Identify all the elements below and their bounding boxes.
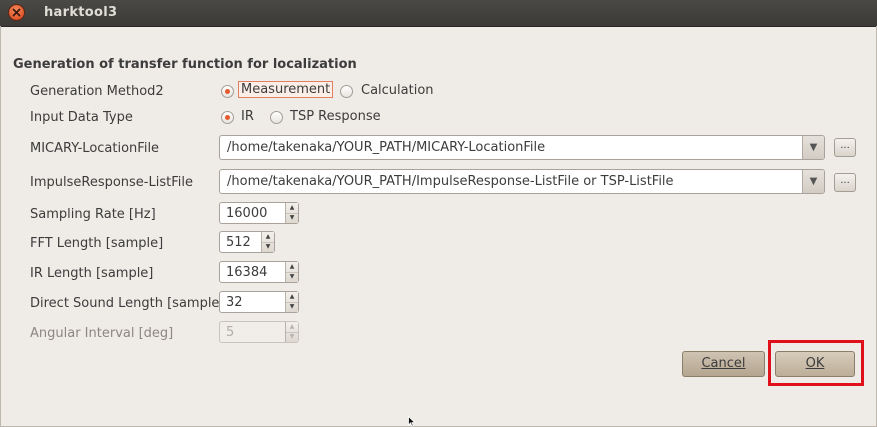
fft-length-spinbox[interactable]: 512 ▲ ▼	[219, 231, 275, 253]
close-icon[interactable]	[8, 4, 25, 21]
micary-location-file-value: /home/takenaka/YOUR_PATH/MICARY-Location…	[227, 140, 546, 155]
ok-button-highlight	[768, 340, 864, 386]
ir-length-spinbox[interactable]: 16384 ▲ ▼	[219, 261, 299, 283]
generation-method-label: Generation Method2	[30, 84, 164, 99]
sampling-rate-value: 16000	[226, 206, 268, 221]
impulse-response-list-file-combo[interactable]: /home/takenaka/YOUR_PATH/ImpulseResponse…	[219, 169, 825, 194]
impulse-response-list-file-value: /home/takenaka/YOUR_PATH/ImpulseResponse…	[227, 174, 674, 189]
radio-tsp-response[interactable]	[270, 111, 283, 124]
mouse-cursor-icon	[408, 416, 416, 427]
micary-location-file-label: MICARY-LocationFile	[30, 141, 160, 156]
sampling-rate-spinbox[interactable]: 16000 ▲ ▼	[219, 202, 299, 224]
direct-sound-length-value: 32	[226, 295, 243, 310]
section-title: Generation of transfer function for loca…	[13, 57, 357, 72]
direct-sound-length-label: Direct Sound Length [sample]	[30, 296, 225, 311]
radio-ir[interactable]	[221, 111, 234, 124]
ir-length-label: IR Length [sample]	[30, 266, 154, 281]
angular-interval-value: 5	[226, 325, 235, 340]
radio-measurement-label[interactable]: Measurement	[237, 81, 334, 98]
cancel-button[interactable]: Cancel	[682, 351, 765, 377]
title-bar: harktool3	[0, 0, 877, 27]
spin-down-icon: ▼	[289, 333, 295, 340]
chevron-down-icon[interactable]: ▼	[802, 136, 824, 159]
fft-length-value: 512	[226, 235, 251, 250]
fft-length-label: FFT Length [sample]	[30, 236, 164, 251]
spin-down-icon[interactable]: ▼	[286, 213, 298, 223]
window-title: harktool3	[44, 5, 118, 20]
chevron-down-icon[interactable]: ▼	[802, 170, 824, 193]
radio-calculation[interactable]	[340, 85, 353, 98]
impulse-response-list-file-label: ImpulseResponse-ListFile	[30, 175, 193, 190]
angular-interval-spinbox: 5 ▲ ▼	[219, 321, 299, 343]
radio-measurement[interactable]	[221, 85, 234, 98]
spin-down-icon[interactable]: ▼	[262, 242, 274, 252]
spin-down-icon[interactable]: ▼	[286, 272, 298, 282]
cancel-button-label: Cancel	[701, 356, 746, 371]
spin-down-icon[interactable]: ▼	[286, 302, 298, 312]
radio-ir-label[interactable]: IR	[241, 109, 254, 124]
radio-tsp-response-label[interactable]: TSP Response	[290, 109, 381, 124]
micary-location-file-combo[interactable]: /home/takenaka/YOUR_PATH/MICARY-Location…	[219, 135, 825, 160]
direct-sound-length-spinbox[interactable]: 32 ▲ ▼	[219, 291, 299, 313]
micary-location-file-browse-button[interactable]: ...	[834, 138, 856, 157]
impulse-response-list-file-browse-button[interactable]: ...	[834, 173, 856, 192]
input-data-type-label: Input Data Type	[30, 110, 133, 125]
ir-length-value: 16384	[226, 265, 268, 280]
sampling-rate-label: Sampling Rate [Hz]	[30, 207, 156, 222]
angular-interval-label: Angular Interval [deg]	[30, 326, 174, 341]
radio-calculation-label[interactable]: Calculation	[361, 83, 434, 98]
